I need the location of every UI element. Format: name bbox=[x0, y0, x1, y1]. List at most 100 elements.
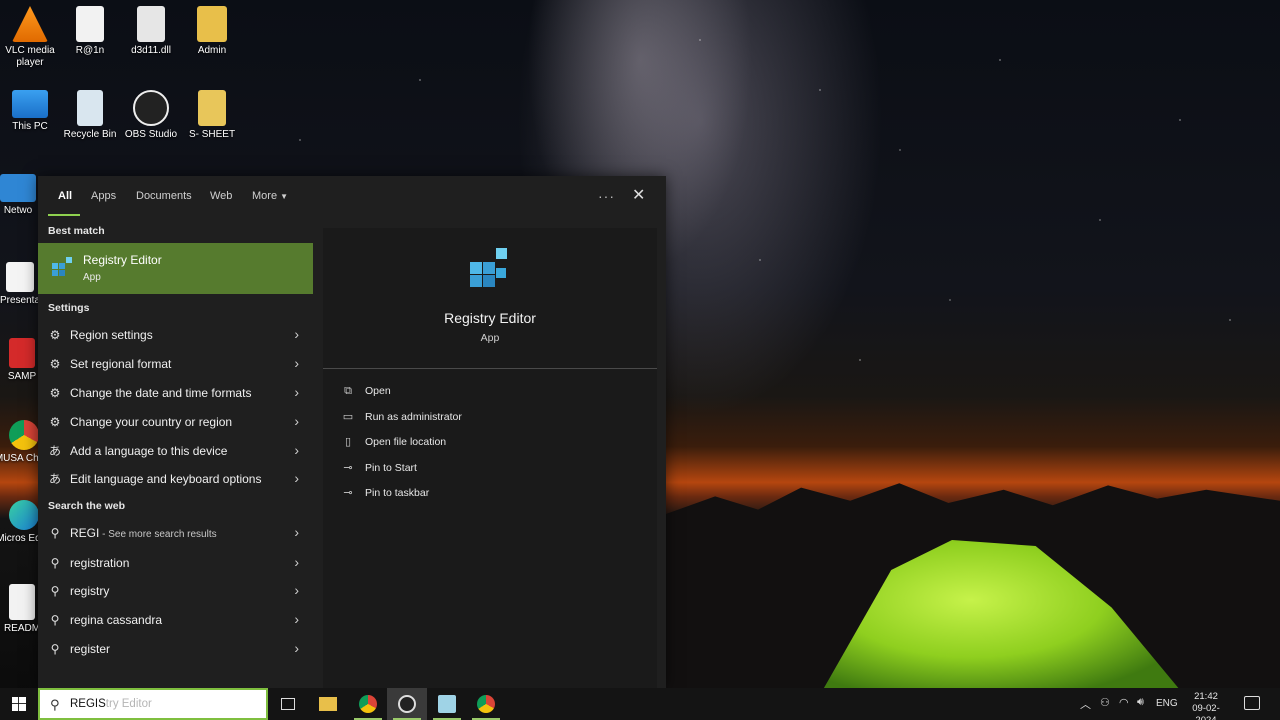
language-icon: あ bbox=[48, 444, 61, 458]
taskbar: ⚲ REGIStry Editor REGIS ︿ ⚇ ◠ 🔊︎ ENG 21:… bbox=[0, 688, 1280, 720]
taskbar-clock[interactable]: 21:42 09-02-2024 bbox=[1186, 691, 1226, 720]
desktop-icon-label: Recycle Bin bbox=[63, 129, 117, 140]
more-options-icon[interactable]: ··· bbox=[598, 188, 615, 204]
task-view-button[interactable] bbox=[268, 688, 308, 720]
chrome-icon bbox=[9, 420, 39, 450]
text-file-icon bbox=[76, 6, 104, 42]
search-panel: All Apps Documents Web More ▼ ··· ✕ Best… bbox=[38, 176, 666, 688]
edge-icon bbox=[9, 500, 39, 530]
desktop-icon-label: d3d11.dll bbox=[131, 45, 171, 56]
notification-center-icon[interactable] bbox=[1244, 696, 1260, 710]
settings-item-date-time-formats[interactable]: ⚙ Change the date and time formats › bbox=[38, 379, 313, 407]
clock-time: 21:42 bbox=[1194, 691, 1218, 702]
recycle-bin-icon bbox=[77, 90, 103, 126]
input-language-indicator[interactable]: ENG bbox=[1156, 698, 1178, 709]
show-hidden-icons-icon[interactable]: ︿ bbox=[1080, 696, 1091, 712]
chevron-down-icon: ▼ bbox=[280, 192, 289, 201]
settings-item-label: Change the date and time formats bbox=[70, 386, 252, 400]
tab-more[interactable]: More ▼ bbox=[252, 190, 288, 202]
chevron-right-icon: › bbox=[294, 355, 299, 371]
action-label: Pin to taskbar bbox=[365, 487, 430, 499]
web-item-see-more[interactable]: ⚲ REGI - See more search results › bbox=[38, 519, 313, 547]
desktop-icon-r1n[interactable]: R@1n bbox=[60, 6, 120, 57]
chevron-right-icon: › bbox=[294, 640, 299, 656]
chevron-right-icon: › bbox=[294, 611, 299, 627]
registry-editor-icon bbox=[470, 248, 507, 287]
action-label: Open bbox=[365, 385, 391, 397]
best-match-title: Registry Editor bbox=[83, 253, 162, 267]
network-icon bbox=[0, 174, 36, 202]
action-pin-to-taskbar[interactable]: ⊸ Pin to taskbar bbox=[341, 484, 621, 504]
desktop-icon-vlc[interactable]: VLC media player bbox=[0, 6, 60, 69]
desktop-icon-recycle-bin[interactable]: Recycle Bin bbox=[60, 90, 120, 141]
vlc-cone-icon bbox=[12, 6, 48, 42]
web-item-sublabel: - See more search results bbox=[99, 529, 217, 540]
chrome-icon bbox=[359, 695, 377, 713]
taskbar-chrome-2[interactable] bbox=[466, 688, 506, 720]
volume-icon[interactable]: 🔊︎ bbox=[1137, 696, 1144, 709]
taskbar-file-explorer[interactable] bbox=[308, 688, 348, 720]
action-open-file-location[interactable]: ▯ Open file location bbox=[341, 433, 621, 453]
web-item-regina-cassandra[interactable]: ⚲ regina cassandra › bbox=[38, 606, 313, 634]
action-run-as-administrator[interactable]: ▭ Run as administrator bbox=[341, 408, 621, 428]
desktop-icon-this-pc[interactable]: This PC bbox=[0, 90, 60, 133]
best-match-header: Best match bbox=[48, 225, 105, 237]
settings-item-add-language[interactable]: あ Add a language to this device › bbox=[38, 437, 313, 465]
taskbar-chrome[interactable] bbox=[348, 688, 388, 720]
settings-item-label: Set regional format bbox=[70, 357, 172, 371]
settings-item-region-settings[interactable]: ⚙ Region settings › bbox=[38, 321, 313, 349]
taskbar-obs[interactable] bbox=[387, 688, 427, 720]
chevron-right-icon: › bbox=[294, 442, 299, 458]
web-item-label: register bbox=[70, 642, 111, 656]
active-tab-indicator bbox=[48, 214, 80, 216]
tab-apps[interactable]: Apps bbox=[91, 190, 116, 202]
pdf-icon bbox=[9, 338, 35, 368]
settings-gear-icon: ⚙ bbox=[49, 328, 61, 342]
result-detail-pane: Registry Editor App ⧉ Open ▭ Run as admi… bbox=[323, 228, 657, 688]
tab-all[interactable]: All bbox=[58, 190, 72, 202]
search-icon: ⚲ bbox=[50, 697, 60, 712]
windows-logo-icon bbox=[12, 697, 26, 711]
tab-documents[interactable]: Documents bbox=[136, 190, 192, 202]
web-item-query: REGI bbox=[70, 526, 100, 540]
obs-icon bbox=[133, 90, 169, 126]
search-icon: ⚲ bbox=[50, 526, 60, 540]
settings-item-regional-format[interactable]: ⚙ Set regional format › bbox=[38, 350, 313, 378]
settings-gear-icon: ⚙ bbox=[49, 386, 61, 400]
meet-now-icon[interactable]: ⚇ bbox=[1100, 696, 1110, 709]
settings-gear-icon: ⚙ bbox=[49, 357, 61, 371]
desktop-icon-obs[interactable]: OBS Studio bbox=[121, 90, 181, 141]
web-item-label: REGI - See more search results bbox=[70, 526, 217, 540]
settings-item-language-keyboard[interactable]: あ Edit language and keyboard options › bbox=[38, 465, 313, 493]
settings-header: Settings bbox=[48, 302, 90, 314]
web-item-registry[interactable]: ⚲ registry › bbox=[38, 577, 313, 605]
search-tabs: All Apps Documents Web More ▼ ··· ✕ bbox=[38, 176, 666, 216]
settings-item-country-region[interactable]: ⚙ Change your country or region › bbox=[38, 408, 313, 436]
text-file-icon bbox=[9, 584, 35, 620]
search-icon: ⚲ bbox=[50, 584, 60, 598]
wifi-icon[interactable]: ◠ bbox=[1119, 696, 1129, 709]
close-icon[interactable]: ✕ bbox=[632, 185, 645, 205]
desktop-icon-label: S- SHEET bbox=[188, 129, 236, 140]
taskbar-registry-app[interactable] bbox=[427, 688, 467, 720]
web-item-label: registration bbox=[70, 556, 130, 570]
desktop-icon-label: R@1n bbox=[75, 45, 105, 56]
taskbar-search-input[interactable]: ⚲ REGIStry Editor REGIS bbox=[38, 688, 268, 720]
pin-icon: ⊸ bbox=[343, 462, 353, 474]
start-button[interactable] bbox=[0, 688, 38, 720]
action-open[interactable]: ⧉ Open bbox=[341, 382, 621, 402]
monitor-icon bbox=[12, 90, 48, 118]
desktop-icon-admin[interactable]: Admin bbox=[182, 6, 242, 57]
user-folder-icon bbox=[197, 6, 227, 42]
task-view-icon bbox=[281, 698, 295, 710]
desktop-icon-label: This PC bbox=[12, 121, 48, 132]
web-item-register[interactable]: ⚲ register › bbox=[38, 635, 313, 663]
best-match-result[interactable]: Registry Editor App bbox=[38, 243, 313, 294]
desktop-icon-s-sheet[interactable]: S- SHEET bbox=[182, 90, 242, 141]
action-pin-to-start[interactable]: ⊸ Pin to Start bbox=[341, 459, 621, 479]
desktop-icon-d3d11[interactable]: d3d11.dll bbox=[121, 6, 181, 57]
zip-folder-icon bbox=[198, 90, 226, 126]
web-item-registration[interactable]: ⚲ registration › bbox=[38, 549, 313, 577]
tab-web[interactable]: Web bbox=[210, 190, 232, 202]
pin-icon: ⊸ bbox=[343, 487, 353, 499]
